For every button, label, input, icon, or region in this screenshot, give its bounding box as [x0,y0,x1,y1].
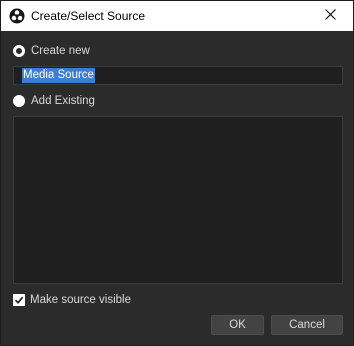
add-existing-radio[interactable] [13,95,25,107]
cancel-button[interactable]: Cancel [271,315,343,335]
add-existing-option[interactable]: Add Existing [13,93,95,109]
create-new-label: Create new [31,45,90,57]
make-visible-option[interactable]: Make source visible [13,292,131,308]
window-title: Create/Select Source [31,9,146,23]
title-bar[interactable]: Create/Select Source [1,1,353,31]
ok-button[interactable]: OK [211,315,264,335]
create-new-option[interactable]: Create new [13,43,90,59]
source-name-value: Media Source [22,68,95,83]
create-new-radio[interactable] [13,45,25,57]
obs-icon [9,8,25,24]
make-visible-label: Make source visible [30,294,131,306]
add-existing-label: Add Existing [31,95,95,107]
close-icon [324,7,336,25]
dialog-content: Create new Media Source Add Existing Mak… [1,31,353,345]
create-select-source-dialog: Create/Select Source Create new Media So… [0,0,354,346]
source-name-input[interactable]: Media Source [13,66,343,85]
make-visible-checkbox[interactable] [13,294,25,306]
existing-sources-list[interactable] [13,116,343,284]
close-button[interactable] [307,1,353,31]
checkmark-icon [14,296,24,304]
